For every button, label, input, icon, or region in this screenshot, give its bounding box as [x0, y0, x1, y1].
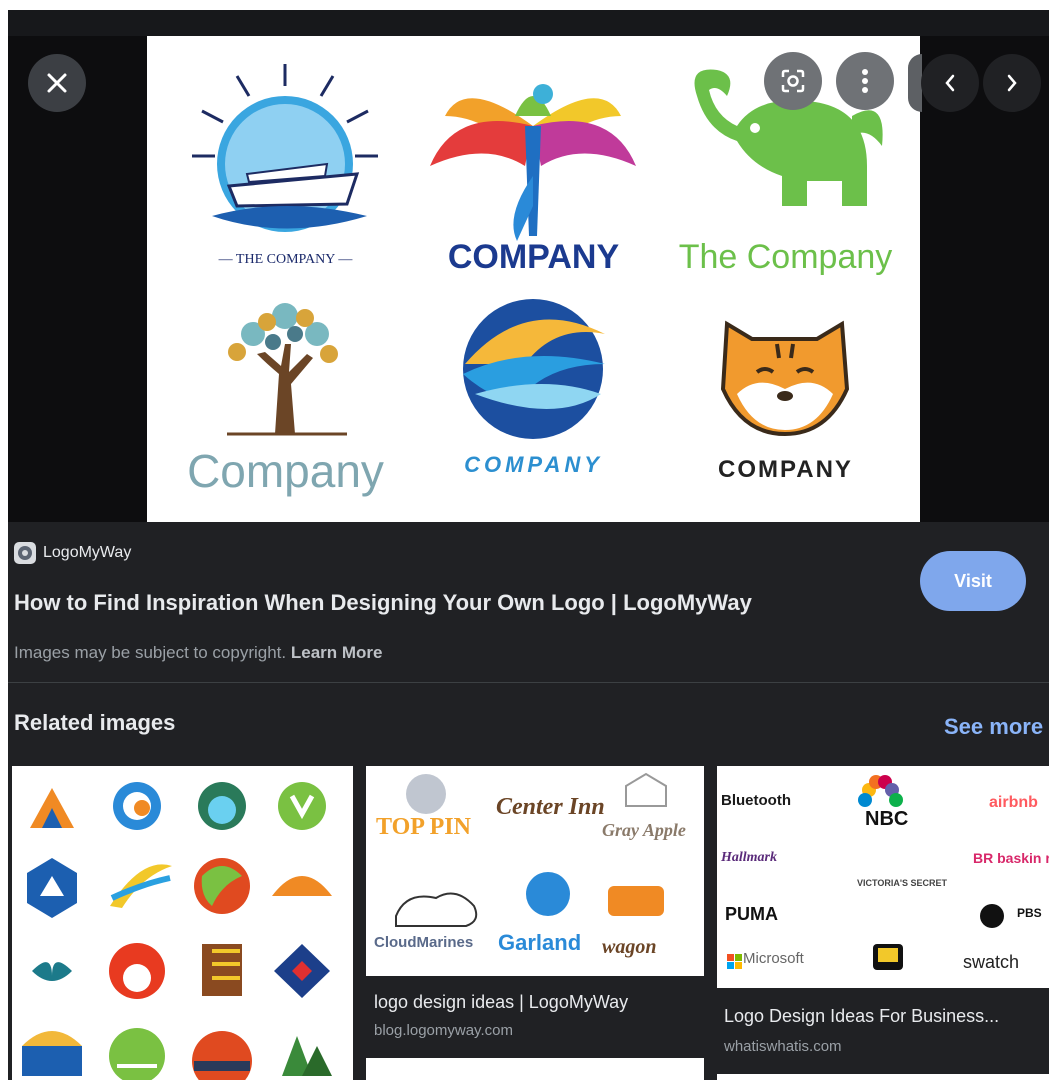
ship-logo-graphic — [192, 64, 378, 232]
card-3-graphics — [727, 775, 1004, 970]
chevron-left-icon — [945, 74, 955, 92]
card-title[interactable]: Logo Design Ideas For Business... — [724, 1006, 999, 1027]
logo-caption: COMPANY — [447, 238, 620, 276]
google-lens-button[interactable] — [764, 52, 822, 110]
logo-wave: COMPANY — [405, 294, 662, 522]
logo-tree: Company — [157, 294, 414, 522]
copyright-text: Images may be subject to copyright. — [14, 643, 287, 662]
wave-logo-graphic — [463, 299, 605, 458]
related-image-4[interactable] — [366, 1058, 704, 1080]
visit-button[interactable]: Visit — [920, 551, 1026, 611]
preview-image[interactable]: — THE COMPANY — COMPANY The Company Comp… — [147, 36, 920, 522]
image-title-link[interactable]: How to Find Inspiration When Designing Y… — [14, 590, 752, 616]
close-icon — [47, 73, 67, 93]
logo-tiger: COMPANY — [657, 294, 914, 522]
next-image-button[interactable] — [983, 54, 1041, 112]
logomyway-favicon — [14, 542, 36, 564]
logo-caption: COMPANY — [718, 456, 853, 483]
divider — [8, 682, 1049, 683]
related-image-2[interactable]: TOP PIN Center Inn Gray Apple CloudMarin… — [366, 766, 704, 976]
logo-caption: COMPANY — [464, 452, 603, 477]
tree-logo-graphic — [227, 303, 347, 436]
logo-ship: — THE COMPANY — — [157, 56, 414, 299]
see-more-link[interactable]: See more — [944, 714, 1043, 740]
image-preview-panel: — THE COMPANY — COMPANY The Company Comp… — [8, 10, 1049, 1080]
logo-caption: The Company — [678, 238, 893, 276]
image-viewer: — THE COMPANY — COMPANY The Company Comp… — [8, 10, 1049, 522]
close-button[interactable] — [28, 54, 86, 112]
viewer-top-strip — [8, 10, 1049, 36]
tiger-logo-graphic — [720, 320, 850, 437]
phoenix-logo-graphic — [430, 84, 636, 241]
chevron-right-icon — [1007, 74, 1017, 92]
related-image-1[interactable] — [12, 766, 353, 1080]
card-title[interactable]: logo design ideas | LogoMyWay — [374, 992, 628, 1013]
favicon-icon — [18, 546, 32, 560]
related-images-heading: Related images — [14, 710, 176, 735]
previous-image-button[interactable] — [921, 54, 979, 112]
more-options-button[interactable] — [836, 52, 894, 110]
copyright-notice: Images may be subject to copyright. Lear… — [14, 643, 383, 663]
google-lens-icon — [781, 69, 805, 93]
source-name: LogoMyWay — [43, 544, 132, 561]
card-domain: whatiswhatis.com — [724, 1038, 842, 1055]
related-image-3[interactable]: Bluetooth NBC airbnb Hallmark VICTORIA'S… — [717, 766, 1049, 988]
logo-phoenix: COMPANY — [405, 56, 662, 299]
card-2-graphics — [395, 772, 667, 927]
partial-button — [908, 54, 922, 112]
logo-caption: — THE COMPANY — — [218, 252, 353, 267]
logo-grid-graphic — [22, 782, 332, 1080]
source-row[interactable]: LogoMyWay — [14, 542, 131, 564]
logo-caption: Company — [187, 445, 384, 497]
more-vertical-icon — [862, 69, 868, 93]
learn-more-link[interactable]: Learn More — [291, 643, 383, 662]
related-image-5[interactable] — [717, 1074, 1049, 1080]
card-domain: blog.logomyway.com — [374, 1022, 513, 1039]
